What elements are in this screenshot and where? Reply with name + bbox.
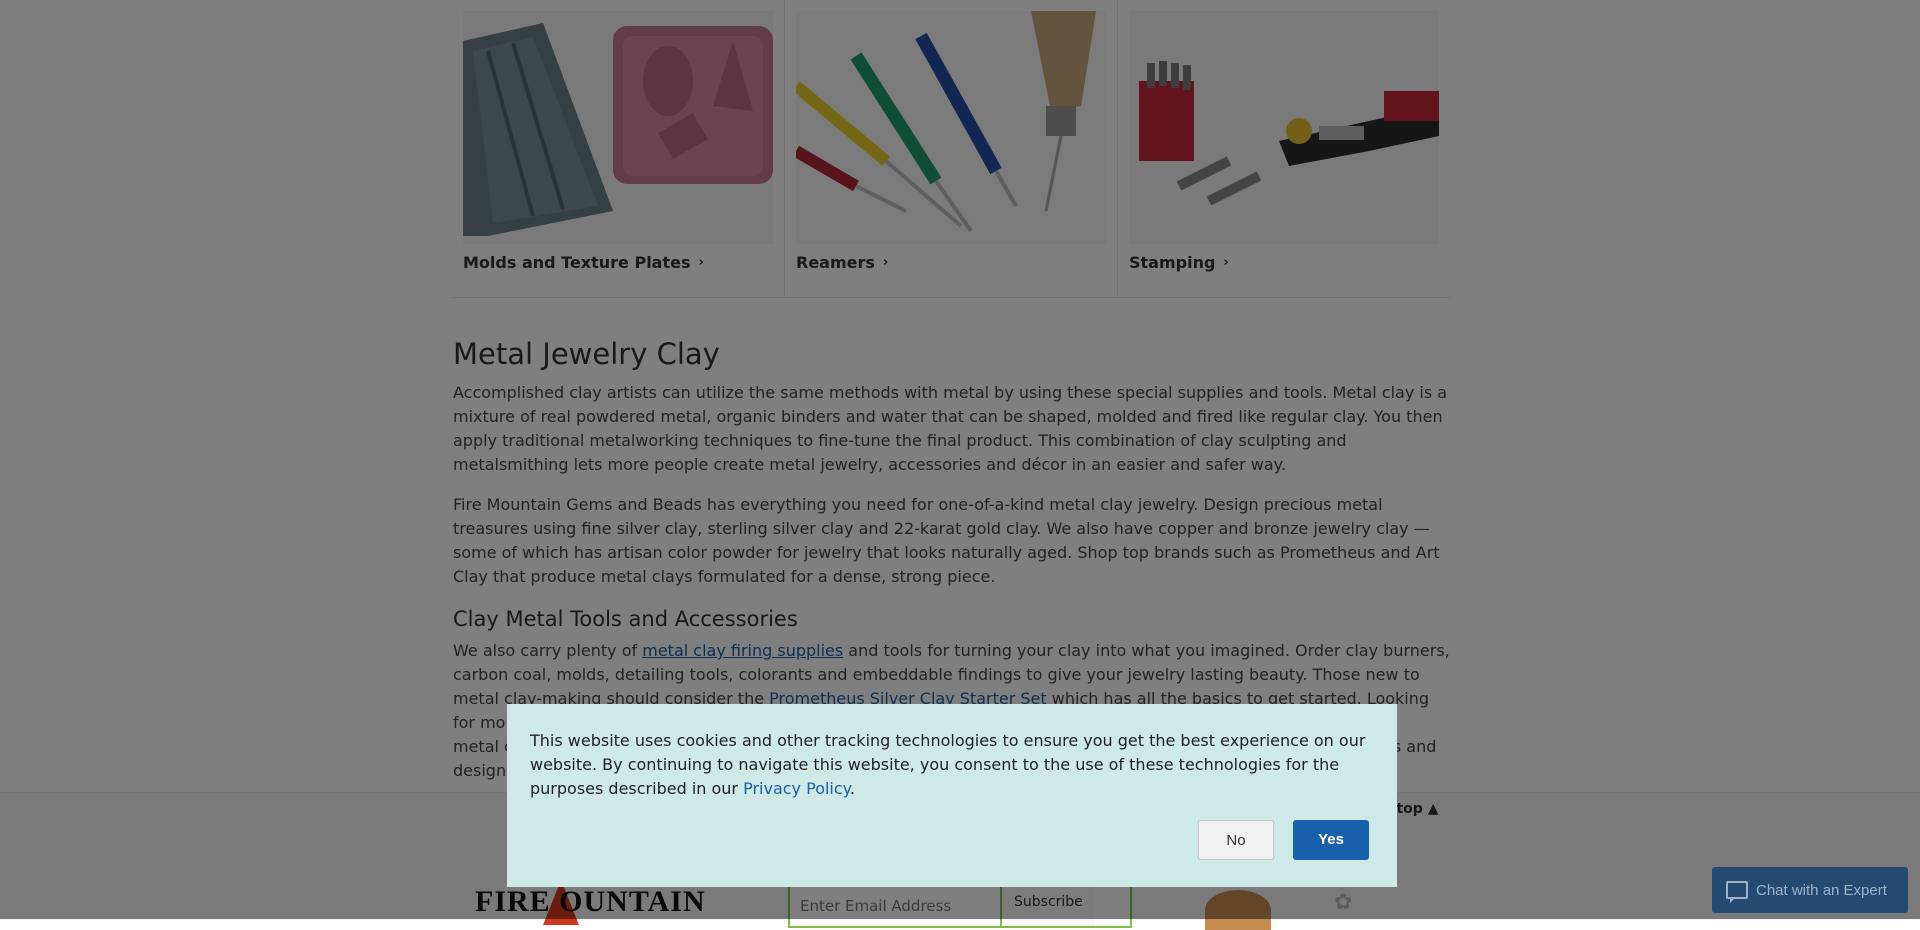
cookie-consent-dialog: This website uses cookies and other trac… [507,704,1397,887]
cookie-message: This website uses cookies and other trac… [530,729,1374,801]
page: Molds and Texture Plates › [0,0,1920,930]
chat-bubble-icon [1726,881,1748,903]
decline-cookies-button[interactable]: No [1198,820,1274,860]
cookie-message-text: This website uses cookies and other trac… [530,731,1366,798]
privacy-policy-link[interactable]: Privacy Policy [743,779,850,798]
cookie-message-end: . [849,779,855,798]
chat-with-expert-button[interactable]: Chat with an Expert [1712,867,1908,913]
chat-label: Chat with an Expert [1756,881,1887,899]
accept-cookies-button[interactable]: Yes [1293,820,1369,860]
